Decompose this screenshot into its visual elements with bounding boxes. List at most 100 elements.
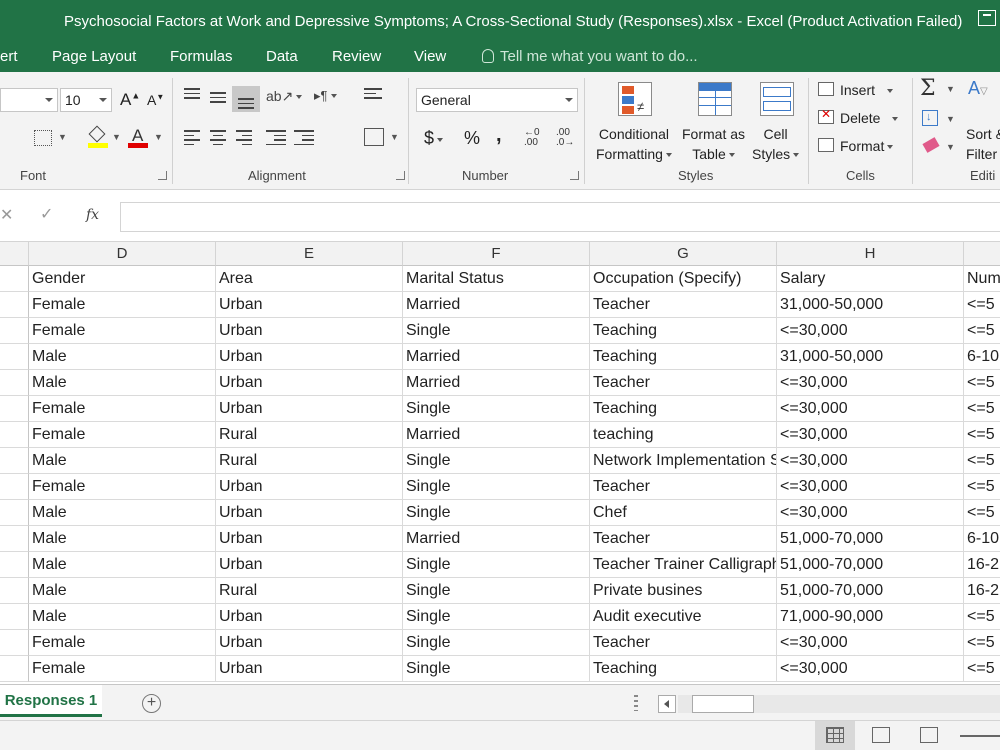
shrink-font-button[interactable]: A▼ — [147, 92, 164, 108]
horizontal-scroll-thumb[interactable] — [692, 695, 754, 713]
cell-marital-status[interactable]: Single — [403, 604, 590, 630]
cell-salary[interactable]: <=30,000 — [777, 630, 964, 656]
cell-occupation[interactable]: Teacher — [590, 370, 777, 396]
row-header[interactable] — [0, 552, 29, 578]
top-align-icon[interactable] — [184, 88, 200, 102]
cell-gender[interactable]: Male — [29, 552, 216, 578]
comma-style-button[interactable]: , — [496, 124, 502, 147]
text-direction-button[interactable]: ▸¶ — [314, 88, 337, 104]
sheet-tab-responses-1[interactable]: Responses 1 — [0, 685, 102, 717]
cell-area[interactable]: Urban — [216, 396, 403, 422]
cell-marital-status[interactable]: Single — [403, 396, 590, 422]
cell-gender[interactable]: Male — [29, 604, 216, 630]
sort-filter-button[interactable]: Sort & Filter — [966, 124, 1000, 164]
cell-gender[interactable]: Male — [29, 448, 216, 474]
cell-marital-status[interactable]: Married — [403, 370, 590, 396]
clear-dropdown[interactable]: ▼ — [946, 142, 955, 152]
tab-view[interactable]: View — [414, 48, 446, 65]
format-cells-button[interactable]: Format — [840, 138, 894, 154]
cell-salary[interactable]: 51,000-70,000 — [777, 526, 964, 552]
insert-cells-button[interactable]: Insert — [840, 82, 894, 98]
conditional-formatting-button[interactable]: Conditional Formatting — [596, 124, 672, 164]
cell-area[interactable]: Urban — [216, 292, 403, 318]
row-header[interactable] — [0, 604, 29, 630]
cell-num[interactable]: <=5 — [964, 396, 1000, 422]
row-header[interactable] — [0, 578, 29, 604]
cell-gender[interactable]: Gender — [29, 266, 216, 292]
borders-icon[interactable] — [34, 130, 52, 146]
number-format-combo[interactable]: General — [416, 88, 578, 112]
cell-gender[interactable]: Male — [29, 370, 216, 396]
cell-area[interactable]: Urban — [216, 552, 403, 578]
cell-area[interactable]: Urban — [216, 500, 403, 526]
cell-marital-status[interactable]: Single — [403, 500, 590, 526]
row-header[interactable] — [0, 396, 29, 422]
cell-gender[interactable]: Male — [29, 578, 216, 604]
cell-marital-status[interactable]: Single — [403, 552, 590, 578]
cell-gender[interactable]: Male — [29, 526, 216, 552]
cell-num[interactable]: <=5 — [964, 474, 1000, 500]
tab-formulas[interactable]: Formulas — [170, 48, 233, 65]
row-header[interactable] — [0, 292, 29, 318]
cell-area[interactable]: Urban — [216, 630, 403, 656]
cell-area[interactable]: Urban — [216, 656, 403, 682]
cell-area[interactable]: Urban — [216, 526, 403, 552]
cell-occupation[interactable]: Audit executive — [590, 604, 777, 630]
grow-font-button[interactable]: A▲ — [120, 90, 140, 110]
cell-gender[interactable]: Female — [29, 656, 216, 682]
column-header-i[interactable] — [964, 242, 1000, 266]
cell-marital-status[interactable]: Single — [403, 448, 590, 474]
cell-styles-button[interactable]: Cell Styles — [752, 124, 800, 164]
increase-indent-icon[interactable] — [294, 130, 314, 148]
percent-style-button[interactable]: % — [464, 128, 480, 149]
cell-styles-icon[interactable] — [760, 82, 794, 116]
fill-color-dropdown[interactable]: ▼ — [112, 132, 121, 142]
cell-occupation[interactable]: Network Implementation S — [590, 448, 777, 474]
clear-icon[interactable] — [922, 137, 940, 153]
cell-gender[interactable]: Female — [29, 422, 216, 448]
number-dialog-launcher-icon[interactable] — [570, 171, 579, 180]
row-header[interactable] — [0, 422, 29, 448]
cell-area[interactable]: Rural — [216, 578, 403, 604]
cell-marital-status[interactable]: Marital Status — [403, 266, 590, 292]
row-header[interactable] — [0, 448, 29, 474]
cell-area[interactable]: Rural — [216, 448, 403, 474]
cell-marital-status[interactable]: Single — [403, 474, 590, 500]
tell-me-box[interactable]: Tell me what you want to do... — [482, 48, 698, 65]
cell-num[interactable]: 6-10 — [964, 526, 1000, 552]
cell-occupation[interactable]: Teacher — [590, 526, 777, 552]
font-dialog-launcher-icon[interactable] — [158, 171, 167, 180]
row-header[interactable] — [0, 526, 29, 552]
borders-dropdown[interactable]: ▼ — [58, 132, 67, 142]
cell-marital-status[interactable]: Married — [403, 526, 590, 552]
format-as-table-icon[interactable] — [698, 82, 732, 116]
font-size-combo[interactable]: 10 — [60, 88, 112, 112]
cell-occupation[interactable]: Teaching — [590, 344, 777, 370]
enter-icon[interactable]: ✓ — [40, 204, 53, 224]
cell-area[interactable]: Urban — [216, 474, 403, 500]
align-right-icon[interactable] — [236, 130, 252, 148]
font-color-icon[interactable]: A — [128, 126, 148, 148]
cell-num[interactable]: <=5 — [964, 422, 1000, 448]
cell-salary[interactable]: <=30,000 — [777, 422, 964, 448]
cell-num[interactable]: 6-10 — [964, 344, 1000, 370]
cell-occupation[interactable]: Teacher — [590, 630, 777, 656]
cell-marital-status[interactable]: Married — [403, 344, 590, 370]
cell-marital-status[interactable]: Single — [403, 656, 590, 682]
row-header[interactable] — [0, 318, 29, 344]
row-header[interactable] — [0, 500, 29, 526]
column-header-e[interactable]: E — [216, 242, 403, 266]
page-break-view-icon[interactable] — [920, 727, 938, 743]
cell-num[interactable]: Num — [964, 266, 1000, 292]
cell-num[interactable]: <=5 — [964, 604, 1000, 630]
cell-salary[interactable]: <=30,000 — [777, 318, 964, 344]
cell-salary[interactable]: 51,000-70,000 — [777, 552, 964, 578]
cell-area[interactable]: Area — [216, 266, 403, 292]
cell-salary[interactable]: 31,000-50,000 — [777, 292, 964, 318]
cell-gender[interactable]: Female — [29, 318, 216, 344]
restore-window-button[interactable] — [978, 10, 996, 26]
cell-salary[interactable]: 31,000-50,000 — [777, 344, 964, 370]
cell-num[interactable]: 16-2 — [964, 552, 1000, 578]
merge-center-icon[interactable] — [364, 128, 384, 146]
cell-occupation[interactable]: Occupation (Specify) — [590, 266, 777, 292]
